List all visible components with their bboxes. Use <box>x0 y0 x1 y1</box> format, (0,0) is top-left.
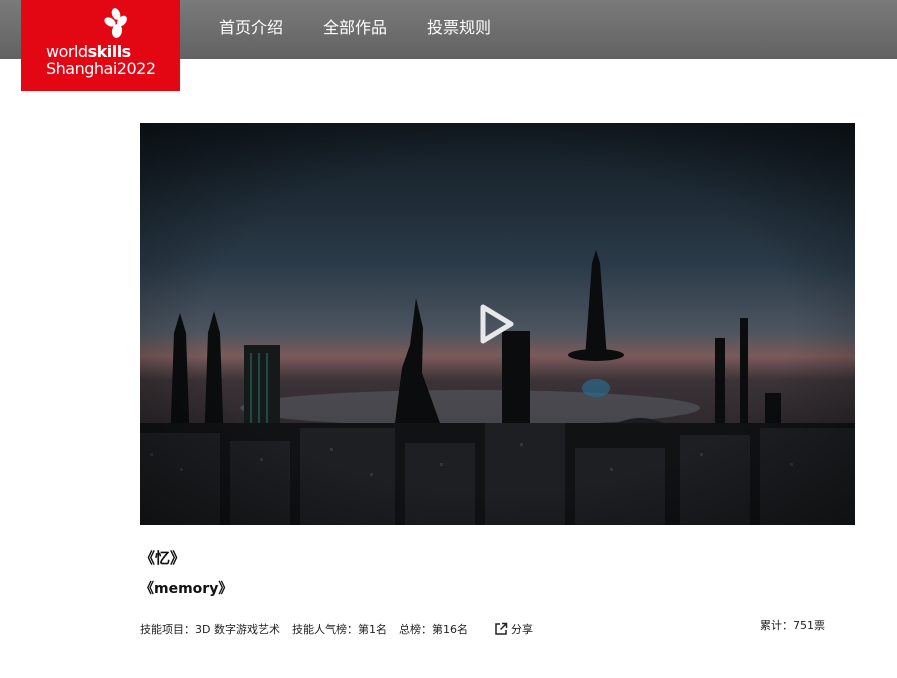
nav-item-home-intro[interactable]: 首页介绍 <box>219 18 283 38</box>
share-icon <box>495 622 508 635</box>
work-title-en: 《memory》 <box>140 581 233 597</box>
vote-count: 累计：751票 <box>760 617 825 633</box>
skill-rank-label: 技能人气榜： <box>291 623 358 636</box>
total-rank-label: 总榜： <box>398 623 432 636</box>
logo-text-shanghai: Shanghai2022 <box>46 59 156 78</box>
skill-value: 3D 数字游戏艺术 <box>195 623 280 636</box>
worldskills-logo[interactable]: worldskills Shanghai2022 <box>21 0 180 91</box>
worldskills-hand-icon <box>104 8 127 38</box>
work-meta: 技能项目：3D 数字游戏艺术 技能人气榜：第1名 总榜：第16名 分享 <box>140 621 545 637</box>
total-rank-value: 第16名 <box>431 623 468 636</box>
nav-item-voting-rules[interactable]: 投票规则 <box>427 18 491 38</box>
main-nav: 首页介绍 全部作品 投票规则 <box>219 18 531 38</box>
share-label: 分享 <box>510 623 533 636</box>
votes-value: 751票 <box>793 619 825 632</box>
votes-label: 累计： <box>760 619 793 632</box>
skill-rank-value: 第1名 <box>357 623 387 636</box>
nav-item-all-works[interactable]: 全部作品 <box>323 18 387 38</box>
share-button[interactable]: 分享 <box>494 621 545 637</box>
play-icon[interactable] <box>477 303 517 345</box>
work-title-cn: 《忆》 <box>140 549 186 567</box>
skill-label: 技能项目： <box>140 623 195 636</box>
